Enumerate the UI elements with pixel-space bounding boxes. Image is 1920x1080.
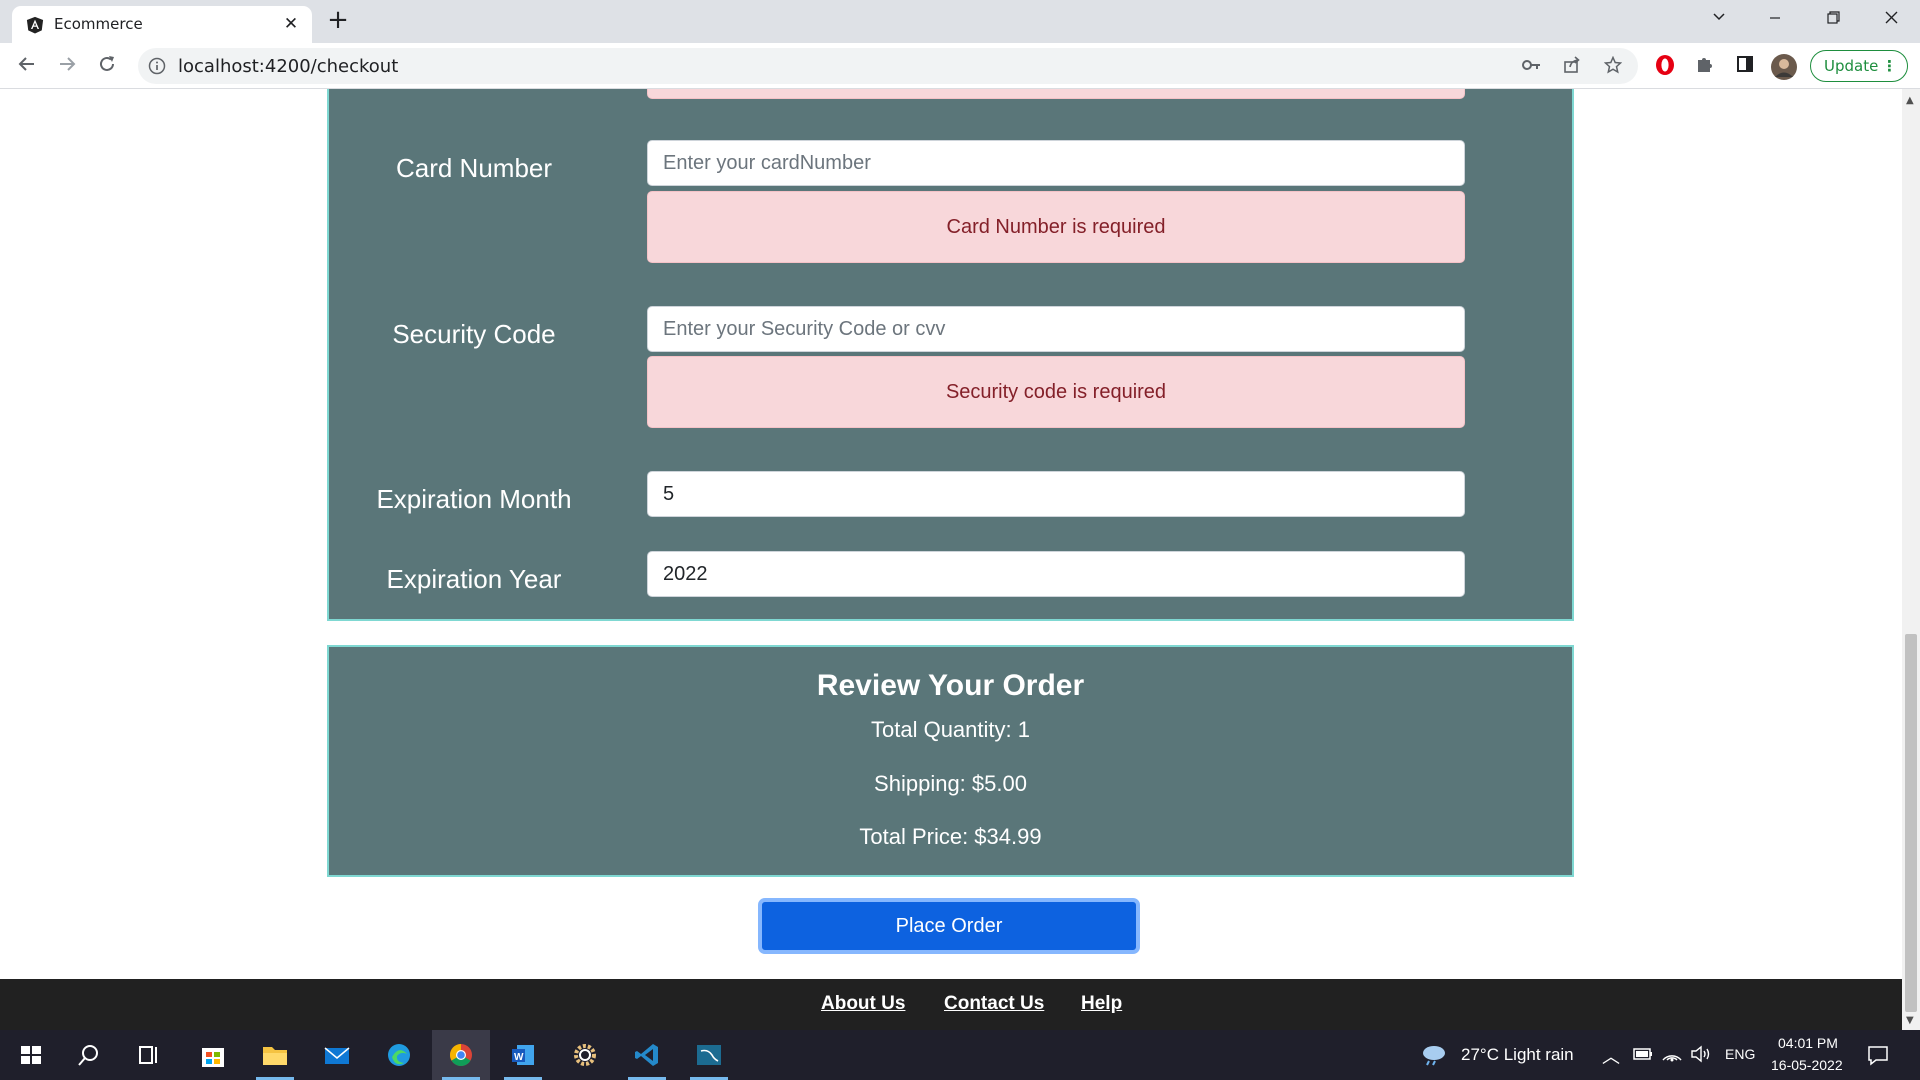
security-code-input[interactable]: Enter your Security Code or cvv [647, 306, 1465, 352]
chrome-update-button[interactable]: Update ⋮ [1810, 50, 1908, 82]
taskbar-search-button[interactable] [60, 1030, 118, 1080]
update-label: Update [1824, 57, 1879, 75]
taskbar-app-chrome[interactable] [432, 1030, 490, 1080]
restore-icon[interactable] [1810, 4, 1856, 34]
address-bar[interactable]: localhost:4200/checkout [138, 48, 1638, 84]
total-price-text: Total Price: $34.99 [859, 824, 1042, 849]
new-tab-button[interactable]: + [324, 6, 352, 34]
mysql-workbench-icon [697, 1045, 721, 1065]
scroll-down-arrow-icon[interactable]: ▼ [1906, 1015, 1914, 1026]
expiration-month-select[interactable]: 5 [647, 471, 1465, 517]
site-info-icon[interactable] [148, 57, 166, 75]
windows-logo-icon [21, 1046, 41, 1064]
input-language-indicator[interactable]: ENG [1725, 1046, 1755, 1062]
taskbar-app-store[interactable] [184, 1030, 242, 1080]
windows-taskbar: W 27°C Light rain ︿ ENG 04:01 PM 16-05-2… [0, 1030, 1920, 1080]
scrollbar-thumb[interactable] [1905, 634, 1917, 1012]
task-view-icon [139, 1046, 157, 1064]
angular-logo-icon [26, 16, 44, 34]
folder-icon [263, 1047, 287, 1065]
page-viewport: Card Number Enter your cardNumber Card N… [0, 89, 1902, 979]
edge-icon [388, 1044, 410, 1066]
microsoft-store-icon [202, 1048, 224, 1067]
minimize-icon[interactable] [1752, 4, 1798, 34]
review-order-panel: Review Your Order Total Quantity: 1 Ship… [327, 645, 1574, 877]
back-arrow-icon[interactable] [12, 51, 42, 81]
security-code-error-alert: Security code is required [647, 356, 1465, 428]
tray-overflow-chevron-icon[interactable]: ︿ [1602, 1043, 1620, 1069]
page-scrollbar[interactable]: ▲ ▼ [1902, 89, 1920, 1030]
key-icon[interactable] [1521, 56, 1543, 78]
shipping-text: Shipping: $5.00 [874, 771, 1027, 796]
tab-title: Ecommerce [54, 15, 143, 33]
chrome-icon [450, 1044, 472, 1066]
word-icon: W [512, 1045, 534, 1065]
search-icon [78, 1045, 98, 1066]
card-number-input[interactable]: Enter your cardNumber [647, 140, 1465, 186]
gear-icon [574, 1044, 596, 1066]
tab-close-icon[interactable]: ✕ [280, 13, 302, 35]
expiration-year-select[interactable]: 2022 [647, 551, 1465, 597]
expiration-month-label: Expiration Month [376, 484, 572, 514]
url-text[interactable]: localhost:4200/checkout [178, 56, 398, 77]
credit-card-form-panel: Card Number Enter your cardNumber Card N… [327, 89, 1574, 621]
bookmark-star-icon[interactable] [1602, 55, 1624, 78]
taskbar-app-mail[interactable] [308, 1030, 366, 1080]
site-footer: About Us Contact Us Help [0, 979, 1902, 1030]
footer-link-help[interactable]: Help [1081, 993, 1122, 1015]
taskbar-app-settings[interactable] [556, 1030, 614, 1080]
notification-center-icon[interactable] [1867, 1044, 1889, 1066]
close-window-icon[interactable] [1868, 4, 1914, 34]
security-code-label: Security Code [392, 319, 556, 349]
extensions-puzzle-icon[interactable] [1692, 54, 1718, 80]
svg-text:W: W [514, 1052, 524, 1063]
taskbar-app-vscode[interactable] [618, 1030, 676, 1080]
mail-icon [324, 1047, 350, 1064]
start-button[interactable] [2, 1030, 60, 1080]
forward-arrow-icon[interactable] [52, 51, 82, 81]
weather-cloud-rain-icon[interactable] [1420, 1042, 1448, 1066]
clock-time[interactable]: 04:01 PM [1778, 1035, 1838, 1051]
previous-field-error-alert [647, 89, 1465, 99]
task-view-button[interactable] [120, 1030, 178, 1080]
footer-link-contact-us[interactable]: Contact Us [944, 993, 1044, 1015]
clock-date[interactable]: 16-05-2022 [1771, 1057, 1843, 1073]
taskbar-app-word[interactable]: W [494, 1030, 552, 1080]
side-panel-icon[interactable] [1732, 54, 1758, 80]
total-quantity-text: Total Quantity: 1 [871, 717, 1030, 742]
reload-icon[interactable] [92, 51, 122, 81]
card-number-error-alert: Card Number is required [647, 191, 1465, 263]
profile-avatar[interactable] [1771, 54, 1797, 80]
opera-extension-icon[interactable] [1652, 54, 1678, 80]
speaker-volume-icon[interactable] [1690, 1044, 1712, 1064]
vscode-icon [635, 1044, 658, 1066]
menu-dots-icon: ⋮ [1882, 57, 1897, 75]
taskbar-app-mysql-workbench[interactable] [680, 1030, 738, 1080]
taskbar-app-file-explorer[interactable] [246, 1030, 304, 1080]
browser-toolbar: localhost:4200/checkout Update ⋮ [0, 43, 1920, 89]
browser-tab-strip: Ecommerce ✕ + [0, 0, 1920, 43]
review-order-title: Review Your Order [816, 669, 1085, 702]
expiration-year-label: Expiration Year [386, 564, 562, 594]
taskbar-app-edge[interactable] [370, 1030, 428, 1080]
weather-text[interactable]: 27°C Light rain [1461, 1045, 1574, 1065]
scroll-up-arrow-icon[interactable]: ▲ [1906, 95, 1914, 106]
footer-link-about-us[interactable]: About Us [821, 993, 905, 1015]
share-icon[interactable] [1561, 56, 1583, 78]
card-number-label: Card Number [395, 153, 553, 183]
browser-tab-ecommerce[interactable]: Ecommerce ✕ [12, 6, 312, 43]
place-order-button[interactable]: Place Order [758, 898, 1140, 954]
tab-search-icon[interactable] [1696, 4, 1742, 34]
wifi-icon[interactable] [1661, 1044, 1683, 1064]
battery-icon[interactable] [1633, 1047, 1653, 1061]
